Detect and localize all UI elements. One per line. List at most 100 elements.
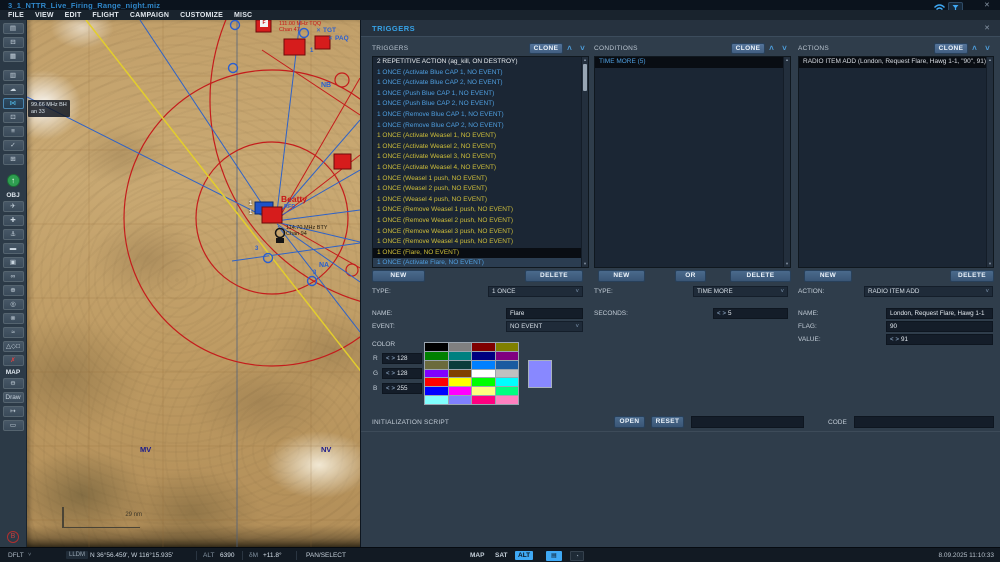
color-r-stepper[interactable]: < > 128 <box>382 353 422 364</box>
color-swatch[interactable] <box>496 387 519 395</box>
save-mission-icon[interactable]: ▦ <box>3 51 24 62</box>
clone-trigger-button[interactable]: CLONE <box>529 43 563 54</box>
layer-preset-dropdown[interactable]: DFLT <box>8 552 24 559</box>
condition-type-dropdown[interactable]: TIME MORE ˅ <box>693 286 788 297</box>
trigger-item[interactable]: 1 ONCE (Weasel 4 push, NO EVENT) <box>373 195 588 206</box>
script-code-input[interactable] <box>854 416 994 428</box>
shapes-icon[interactable]: △◇□ <box>3 341 24 352</box>
color-swatch[interactable] <box>449 387 472 395</box>
move-condition-up-icon[interactable]: ˄ <box>765 43 778 54</box>
unit-box-icon[interactable]: ⊡ <box>3 112 24 123</box>
action-flag-input[interactable]: 90 <box>886 321 993 332</box>
goals-icon[interactable]: ✓ <box>3 140 24 151</box>
new-trigger-button[interactable]: NEW <box>372 270 425 282</box>
color-swatch[interactable] <box>449 352 472 360</box>
color-swatch[interactable] <box>496 378 519 386</box>
trigger-item[interactable]: 1 ONCE (Activate Weasel 2, NO EVENT) <box>373 142 588 153</box>
trigger-item[interactable]: 1 ONCE (Push Blue CAP 2, NO EVENT) <box>373 99 588 110</box>
alt-layer-button[interactable]: ALT <box>515 551 533 560</box>
open-mission-icon[interactable]: ⊟ <box>3 37 24 48</box>
triggers-list[interactable]: 2 REPETITIVE ACTION (ag_kill, ON DESTROY… <box>372 56 589 268</box>
color-g-stepper[interactable]: < > 128 <box>382 368 422 379</box>
action-type-dropdown[interactable]: RADIO ITEM ADD ˅ <box>864 286 993 297</box>
scroll-down-icon[interactable]: ▾ <box>987 261 993 267</box>
clone-condition-button[interactable]: CLONE <box>731 43 765 54</box>
delete-object-icon[interactable]: ✗ <box>3 355 24 366</box>
add-template-icon[interactable]: ∞ <box>3 271 24 282</box>
trigger-item[interactable]: 1 ONCE (Remove Blue CAP 1, NO EVENT) <box>373 110 588 121</box>
trigger-event-dropdown[interactable]: NO EVENT ˅ <box>506 321 583 332</box>
payload-icon[interactable]: ≡ <box>3 126 24 137</box>
draw-tool[interactable]: Draw <box>3 392 24 403</box>
trigger-item[interactable]: 1 ONCE (Flare, NO EVENT) <box>373 248 588 259</box>
trigger-item[interactable]: 1 ONCE (Activate Weasel 4, NO EVENT) <box>373 163 588 174</box>
color-swatch[interactable] <box>472 387 495 395</box>
compass-tool-button[interactable]: ◔ <box>570 551 584 561</box>
open-script-button[interactable]: OPEN <box>614 416 645 428</box>
new-mission-icon[interactable]: ▤ <box>3 23 24 34</box>
add-ship-icon[interactable]: ⚓ <box>3 229 24 240</box>
color-swatch[interactable] <box>425 396 448 404</box>
menu-item[interactable]: EDIT <box>65 12 82 19</box>
menu-item[interactable]: CUSTOMIZE <box>180 12 223 19</box>
actions-scrollbar[interactable]: ▴ ▾ <box>986 57 993 267</box>
measure-icon[interactable]: ↦ <box>3 406 24 417</box>
decrement-icon[interactable]: < <box>717 311 721 317</box>
color-swatch[interactable] <box>449 396 472 404</box>
menu-item[interactable]: FLIGHT <box>92 12 118 19</box>
weather-icon[interactable]: ☁ <box>3 84 24 95</box>
decrement-icon[interactable]: < <box>386 371 390 377</box>
red-ground-unit[interactable] <box>262 207 282 223</box>
decrement-icon[interactable]: < <box>890 337 894 343</box>
menu-item[interactable]: FILE <box>8 12 24 19</box>
red-ground-unit[interactable] <box>284 39 305 55</box>
trigger-zone-icon[interactable]: ⊕ <box>3 285 24 296</box>
reset-script-button[interactable]: RESET <box>651 416 684 428</box>
triggers-scrollbar[interactable]: ▴ ▾ <box>581 57 588 267</box>
conditions-scrollbar[interactable]: ▴ ▾ <box>783 57 790 267</box>
briefing-icon[interactable]: ▥ <box>3 70 24 81</box>
scroll-up-icon[interactable]: ▴ <box>987 57 993 63</box>
waypoint-circles[interactable] <box>229 21 317 286</box>
color-swatch[interactable] <box>472 361 495 369</box>
menu-item[interactable]: CAMPAIGN <box>130 12 169 19</box>
color-swatch[interactable] <box>449 343 472 351</box>
scrollbar-thumb[interactable] <box>583 64 587 91</box>
color-swatch[interactable] <box>425 370 448 378</box>
increment-icon[interactable]: > <box>723 311 727 317</box>
exclude-zone-icon[interactable]: ⊗ <box>3 313 24 324</box>
move-trigger-down-icon[interactable]: ˅ <box>576 43 589 54</box>
menu-item[interactable]: VIEW <box>35 12 54 19</box>
color-swatch[interactable] <box>496 343 519 351</box>
fly-mission-button[interactable]: ↑ <box>7 174 20 187</box>
measure-tool-button[interactable]: ▤ <box>546 551 562 561</box>
key-icon[interactable]: ⊖ <box>3 378 24 389</box>
conditions-list[interactable]: TIME MORE (5) ▴ ▾ <box>594 56 791 268</box>
move-action-up-icon[interactable]: ˄ <box>968 43 981 54</box>
delete-trigger-button[interactable]: DELETE <box>525 270 583 282</box>
color-swatch[interactable] <box>496 361 519 369</box>
summary-icon[interactable]: ⊞ <box>3 154 24 165</box>
new-action-button[interactable]: NEW <box>804 270 852 282</box>
trigger-item[interactable]: 1 ONCE (Remove Weasel 4 push, NO EVENT) <box>373 237 588 248</box>
color-swatch[interactable] <box>472 370 495 378</box>
action-item[interactable]: RADIO ITEM ADD (London, Request Flare, H… <box>799 57 993 68</box>
color-swatch[interactable] <box>425 378 448 386</box>
trigger-item[interactable]: 2 REPETITIVE ACTION (ag_kill, ON DESTROY… <box>373 57 588 68</box>
color-swatch[interactable] <box>449 361 472 369</box>
trigger-item[interactable]: 1 ONCE (Activate Weasel 1, NO EVENT) <box>373 131 588 142</box>
delete-condition-button[interactable]: DELETE <box>730 270 791 282</box>
scroll-up-icon[interactable]: ▴ <box>582 57 588 63</box>
decrement-icon[interactable]: < <box>386 356 390 362</box>
increment-icon[interactable]: > <box>896 337 900 343</box>
increment-icon[interactable]: > <box>392 371 396 377</box>
trigger-item[interactable]: 1 ONCE (Remove Blue CAP 2, NO EVENT) <box>373 121 588 132</box>
close-window-icon[interactable]: ✕ <box>984 1 990 9</box>
seconds-stepper[interactable]: < > 5 <box>713 308 788 319</box>
coord-format-badge[interactable]: LLDM <box>66 551 88 559</box>
trigger-item[interactable]: 1 ONCE (Weasel 1 push, NO EVENT) <box>373 174 588 185</box>
color-swatch[interactable] <box>425 352 448 360</box>
add-aircraft-icon[interactable]: ✈ <box>3 201 24 212</box>
route-tool-icon[interactable]: ⋈ <box>3 98 24 109</box>
color-swatch[interactable] <box>425 361 448 369</box>
